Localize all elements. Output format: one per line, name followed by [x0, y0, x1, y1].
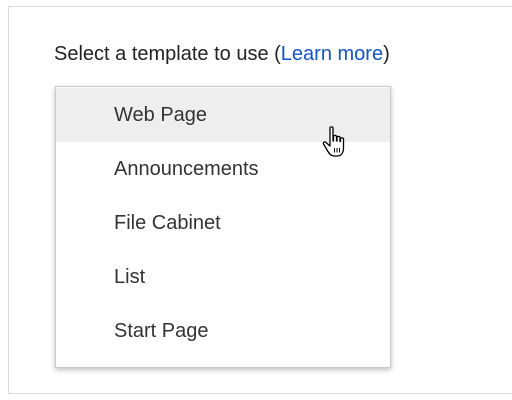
menu-item-list[interactable]: List	[56, 250, 390, 304]
template-prompt: Select a template to use (Learn more)	[54, 43, 390, 66]
prompt-text: Select a template to use (	[54, 43, 281, 65]
menu-item-start-page[interactable]: Start Page	[56, 304, 390, 358]
prompt-close-paren: )	[383, 43, 390, 65]
menu-item-file-cabinet[interactable]: File Cabinet	[56, 196, 390, 250]
hand-pointer-icon	[322, 126, 345, 157]
learn-more-link[interactable]: Learn more	[281, 43, 383, 65]
